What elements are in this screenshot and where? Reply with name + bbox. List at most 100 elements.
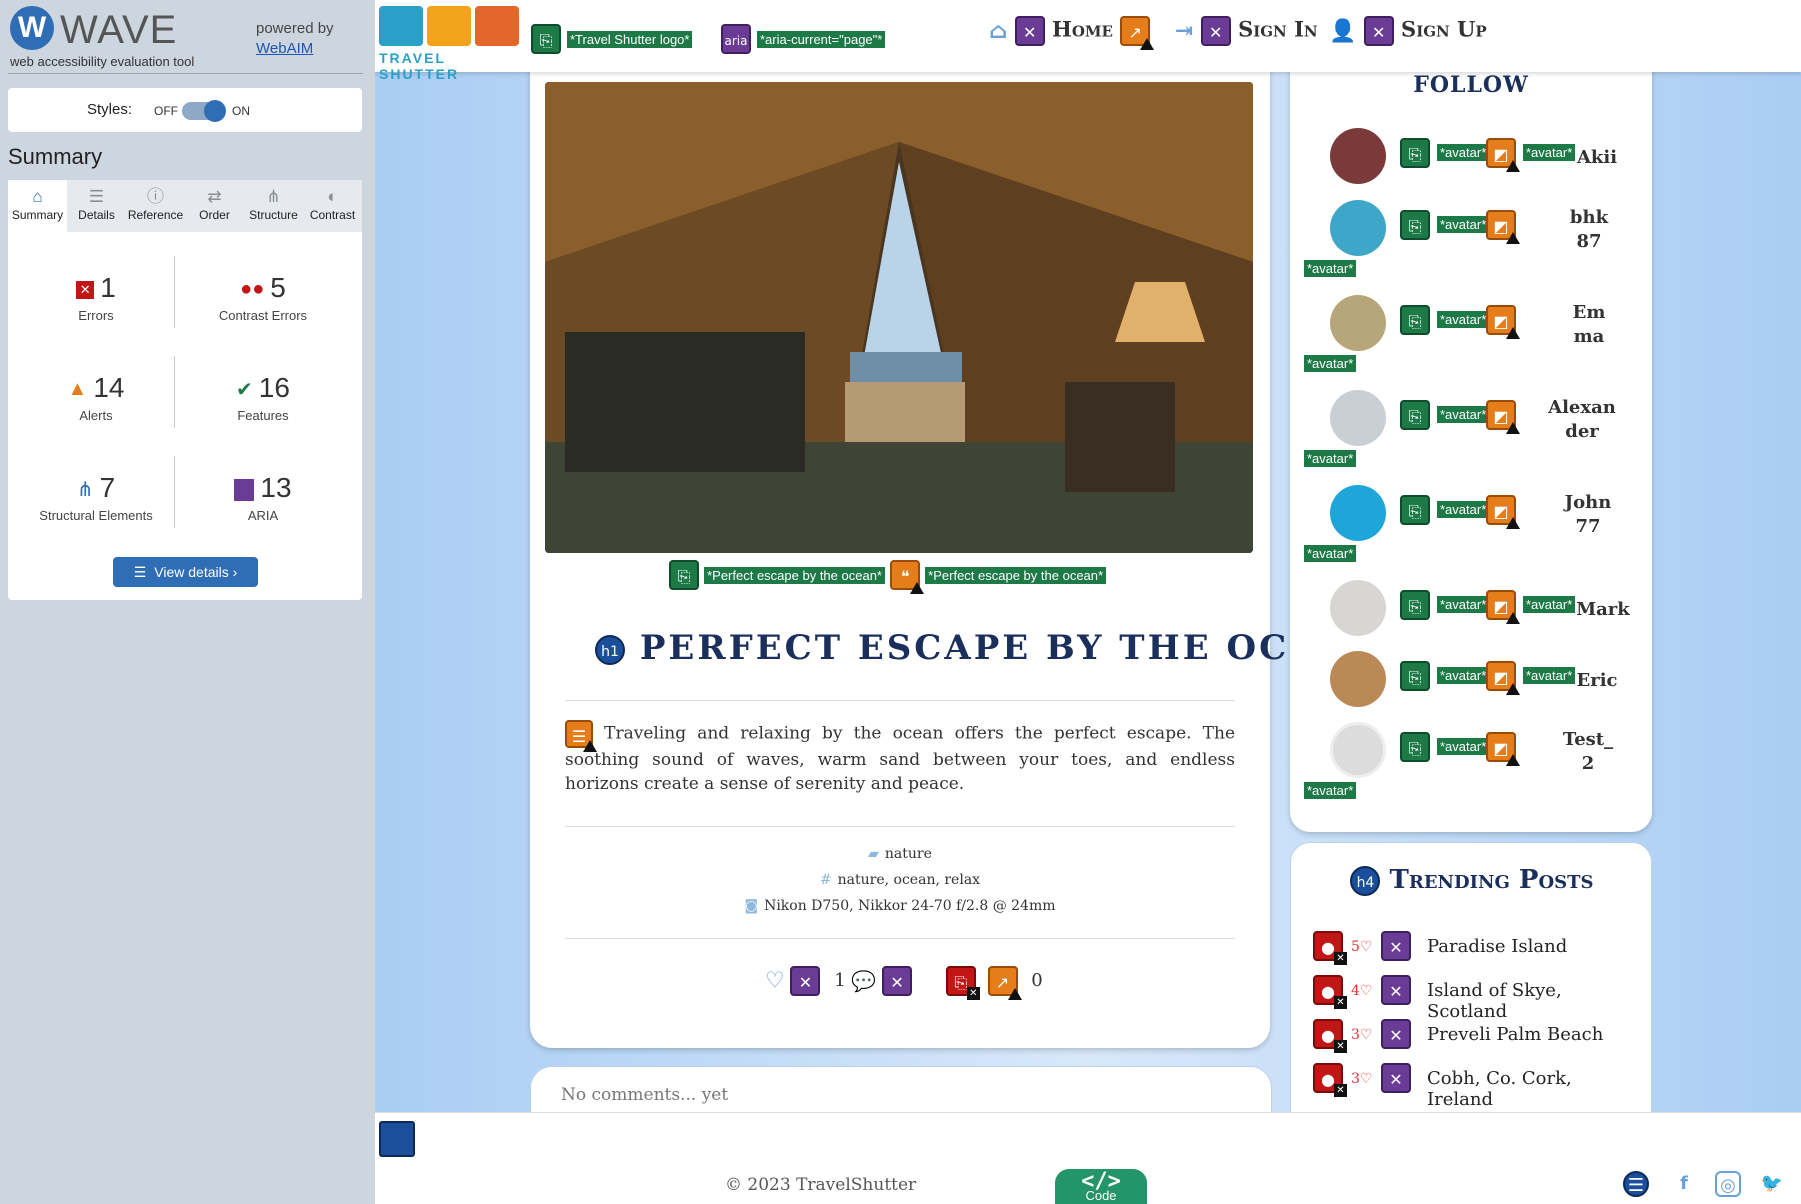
nav-home-label[interactable]: Home — [1052, 17, 1113, 42]
aria-empty-button-icon[interactable]: ✕ — [1381, 975, 1411, 1005]
tab-summary[interactable]: ⌂ Summary — [8, 180, 67, 232]
aria-empty-button-icon[interactable]: ✕ — [1381, 1019, 1411, 1049]
trending-name[interactable]: Paradise Island — [1427, 936, 1567, 957]
tab-contrast[interactable]: ◐ Contrast — [303, 180, 362, 232]
redundant-alt-icon[interactable]: ❝ — [890, 560, 925, 594]
avatar[interactable] — [1330, 390, 1386, 446]
aria-empty-icon[interactable]: ✕ — [1014, 16, 1045, 46]
avatar[interactable] — [1330, 580, 1386, 636]
follower-name[interactable]: Alexander — [1542, 396, 1622, 444]
empty-link-error-icon[interactable]: ● ✕ — [1313, 931, 1347, 965]
instagram-icon[interactable]: ◎ — [1715, 1171, 1741, 1197]
suspicious-alt-icon[interactable]: ◩ — [1486, 400, 1520, 434]
nav-home[interactable]: ⌂ ✕ Home ↗ — [989, 16, 1155, 50]
suspicious-alt-icon[interactable]: ◩ — [1486, 732, 1520, 766]
styles-toggle[interactable] — [182, 100, 226, 122]
follower-name[interactable]: Mark — [1568, 598, 1638, 622]
avatar[interactable] — [1330, 722, 1386, 778]
follower-item[interactable]: ⎘ *avatar* ◩ *avatar* Emma — [1290, 295, 1652, 385]
redundant-link-icon[interactable]: ↗ — [1120, 16, 1155, 50]
css-icon[interactable] — [379, 1121, 415, 1157]
facebook-icon[interactable]: f — [1671, 1171, 1697, 1197]
trending-name[interactable]: Preveli Palm Beach — [1427, 1024, 1603, 1045]
follower-name[interactable]: Test_2 — [1560, 728, 1616, 776]
aria-empty-button-icon[interactable]: ✕ — [1381, 1063, 1411, 1093]
avatar[interactable] — [1330, 128, 1386, 184]
suspicious-alt-icon[interactable]: ◩ — [1486, 495, 1520, 529]
link-image-icon[interactable]: ⎘ — [1400, 732, 1430, 762]
suspicious-alt-icon[interactable]: ◩ — [1486, 661, 1520, 695]
trending-item[interactable]: ● ✕ 3♡ ✕ Cobh, Co. Cork, Ireland — [1313, 1063, 1643, 1110]
aria-empty-icon[interactable]: ✕ — [1363, 16, 1394, 46]
aria-empty-button-icon[interactable]: ✕ — [882, 966, 913, 996]
heading-h4-icon[interactable]: h4 — [1350, 866, 1381, 896]
link-image-icon[interactable]: ⎘ — [1400, 400, 1430, 430]
tab-order[interactable]: ⇄ Order — [185, 180, 244, 232]
empty-link-error-icon[interactable]: ● ✕ — [1313, 975, 1347, 1009]
aria-empty-button-icon[interactable]: ✕ — [790, 966, 821, 996]
trending-item[interactable]: ● ✕ 5♡ ✕ Paradise Island — [1313, 931, 1643, 965]
link-image-icon[interactable]: ⎘ — [1400, 305, 1430, 335]
link-image-icon[interactable]: ⎘ — [1400, 138, 1430, 168]
trending-item[interactable]: ● ✕ 4♡ ✕ Island of Skye, Scotland — [1313, 975, 1643, 1022]
post-title-text: PERFECT ESCAPE BY THE OCEAN — [639, 628, 1382, 668]
trending-item[interactable]: ● ✕ 3♡ ✕ Preveli Palm Beach — [1313, 1019, 1643, 1053]
link-image-icon[interactable]: ⎘ — [1400, 590, 1430, 620]
follower-item[interactable]: ⎘ *avatar* ◩ *avatar* Alexander — [1290, 390, 1652, 480]
suspicious-alt-icon[interactable]: ◩ — [1486, 590, 1520, 624]
nav-sign-up[interactable]: 👤 ✕ Sign Up — [1329, 16, 1487, 46]
empty-link-error-icon[interactable]: ⎘ ✕ — [945, 966, 980, 1000]
justified-text-icon[interactable]: ☰ — [565, 720, 597, 752]
link-image-icon[interactable]: ⎘ — [1400, 210, 1430, 240]
follower-name[interactable]: John77 — [1560, 491, 1616, 539]
avatar[interactable] — [1330, 485, 1386, 541]
trending-name[interactable]: Island of Skye, Scotland — [1427, 980, 1643, 1022]
nav-sign-in-label[interactable]: Sign In — [1238, 17, 1318, 42]
follower-item[interactable]: ⎘ *avatar* ◩ *avatar* Test_2 — [1290, 722, 1652, 812]
toggle-knob[interactable] — [204, 100, 226, 122]
follower-name[interactable]: Eric — [1562, 669, 1632, 693]
link-image-icon[interactable]: ⎘ — [669, 560, 699, 590]
tab-details[interactable]: ☰ Details — [67, 180, 126, 232]
heading-h1-icon[interactable]: h1 — [595, 635, 625, 665]
code-button[interactable]: </> Code — [1055, 1169, 1147, 1204]
trending-name[interactable]: Cobh, Co. Cork, Ireland — [1427, 1068, 1643, 1110]
comment-icon[interactable]: 💬 — [851, 969, 876, 993]
suspicious-alt-icon[interactable]: ◩ — [1486, 210, 1520, 244]
webaim-link[interactable]: WebAIM — [256, 40, 313, 57]
user-plus-icon: 👤 — [1329, 18, 1357, 44]
redundant-link-icon[interactable]: ↗ — [987, 966, 1022, 1000]
follower-name[interactable]: bhk87 — [1568, 206, 1610, 254]
link-image-icon[interactable]: ⎘ — [1400, 661, 1430, 691]
aria-badge-icon[interactable]: aria — [721, 24, 751, 54]
follower-item[interactable]: ⎘ *avatar* ◩ *avatar* John77 — [1290, 485, 1652, 575]
site-footer: © 2023 TravelShutter </> Code ☰ f ◎ 🐦 — [375, 1112, 1801, 1204]
avatar[interactable] — [1330, 651, 1386, 707]
follower-name[interactable]: Emma — [1568, 301, 1610, 349]
avatar[interactable] — [1330, 295, 1386, 351]
suspicious-alt-icon[interactable]: ◩ — [1486, 138, 1520, 172]
nav-sign-in[interactable]: ⇥ ✕ Sign In — [1175, 16, 1318, 46]
structure-icon: ⋔ — [76, 479, 94, 502]
errors-label: Errors — [78, 308, 114, 323]
nav-sign-up-label[interactable]: Sign Up — [1401, 17, 1487, 42]
alt-text-label: *Perfect escape by the ocean* — [925, 566, 1107, 584]
follower-name[interactable]: Akii — [1562, 146, 1632, 170]
link-image-icon[interactable]: ⎘ — [531, 24, 561, 54]
list-icon[interactable]: ☰ — [1623, 1171, 1649, 1197]
tab-reference[interactable]: ⓘ Reference — [126, 180, 185, 232]
travel-shutter-logo[interactable]: TRAVEL SHUTTER — [377, 4, 521, 82]
heart-icon[interactable]: ♡ — [765, 969, 785, 994]
tab-structure[interactable]: ⋔ Structure — [244, 180, 303, 232]
link-image-icon[interactable]: ⎘ — [1400, 495, 1430, 525]
empty-link-error-icon[interactable]: ● ✕ — [1313, 1063, 1347, 1097]
twitter-icon[interactable]: 🐦 — [1759, 1171, 1785, 1197]
avatar-alt-label: *avatar* — [1437, 501, 1490, 518]
aria-empty-icon[interactable]: ✕ — [1200, 16, 1231, 46]
aria-empty-button-icon[interactable]: ✕ — [1381, 931, 1411, 961]
view-details-button[interactable]: ☰ View details › — [113, 557, 258, 587]
follower-item[interactable]: ⎘ *avatar* ◩ *avatar* bhk87 — [1290, 200, 1652, 290]
suspicious-alt-icon[interactable]: ◩ — [1486, 305, 1520, 339]
avatar[interactable] — [1330, 200, 1386, 256]
empty-link-error-icon[interactable]: ● ✕ — [1313, 1019, 1347, 1053]
